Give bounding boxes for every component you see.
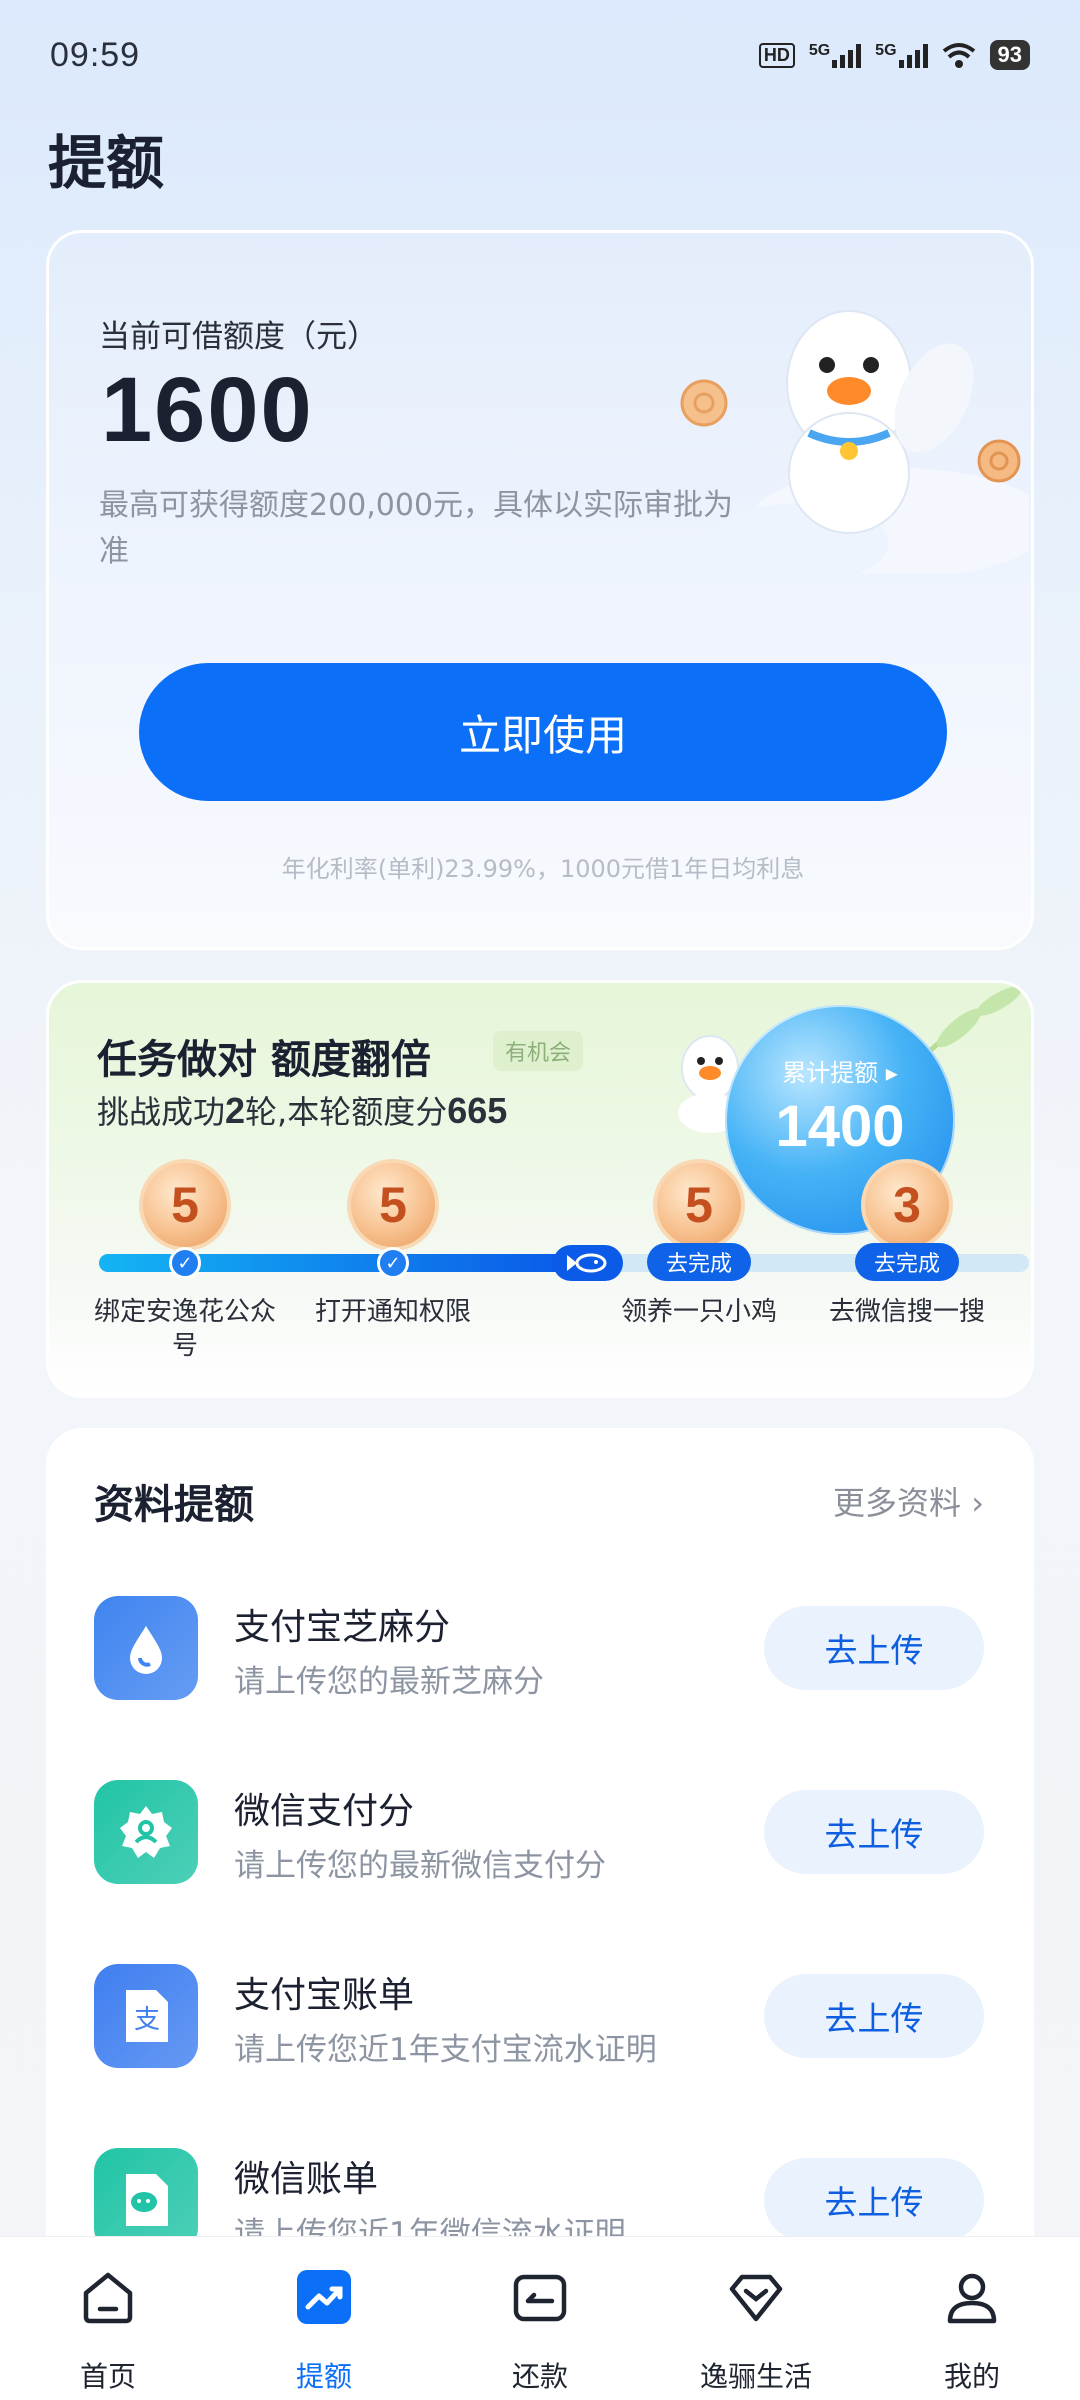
completed-check-icon: ✓ <box>169 1247 201 1279</box>
material-subtitle: 请上传您近1年支付宝流水证明 <box>234 2032 657 2068</box>
signal-1-icon: 5G <box>808 42 862 68</box>
nav-label: 还款 <box>511 2360 568 2393</box>
quota-description: 最高可获得额度200,000元，具体以实际审批为准 <box>99 488 734 569</box>
go-complete-button[interactable]: 去完成 <box>855 1243 959 1281</box>
task-step-label[interactable]: 打开通知权限 <box>293 1295 493 1329</box>
task-step-points-coin: 5 <box>653 1159 745 1251</box>
task-rounds: 2 <box>225 1090 246 1131</box>
cumulative-value: 1400 <box>775 1094 905 1159</box>
svg-text:支: 支 <box>134 2005 160 2035</box>
nav-item-1[interactable]: 提额 <box>216 2237 432 2400</box>
task-step-label[interactable]: 领养一只小鸡 <box>599 1295 799 1329</box>
interest-rate-note: 年化利率(单利)23.99%，1000元借1年日均利息 <box>281 855 805 883</box>
task-step-points-coin: 3 <box>861 1159 953 1251</box>
bottom-nav: 首页 提额 还款 逸骊生活 我的 <box>0 2236 1080 2400</box>
nav-label: 我的 <box>943 2360 1000 2393</box>
hd-icon: HD <box>758 42 795 68</box>
nav-label: 逸骊生活 <box>699 2360 812 2393</box>
task-step-label[interactable]: 绑定安逸花公众号 <box>85 1295 285 1363</box>
upload-button[interactable]: 去上传 <box>764 1606 984 1690</box>
material-title: 支付宝芝麻分 <box>234 1607 451 1648</box>
network-1-label: 5G <box>808 42 831 59</box>
material-item: 支付宝芝麻分请上传您的最新芝麻分 去上传 <box>46 1558 1034 1718</box>
task-subtitle: 挑战成功2轮,本轮额度分665 <box>97 1087 507 1133</box>
signal-2-icon: 5G <box>875 42 928 68</box>
materials-title: 资料提额 <box>94 1482 254 1528</box>
nav-item-4[interactable]: 我的 <box>864 2237 1080 2400</box>
nav-label: 首页 <box>79 2360 136 2393</box>
task-step-label[interactable]: 去微信搜一搜 <box>807 1295 1007 1329</box>
completed-check-icon: ✓ <box>377 1247 409 1279</box>
material-subtitle: 请上传您的最新微信支付分 <box>234 1848 606 1884</box>
chance-badge: 有机会 <box>493 1031 584 1071</box>
nav-item-2[interactable]: 还款 <box>432 2237 648 2400</box>
task-title: 任务做对 额度翻倍 <box>97 1037 431 1083</box>
nav-label: 提额 <box>295 2360 352 2393</box>
more-materials-link[interactable]: 更多资料 › <box>833 1478 984 1524</box>
network-2-label: 5G <box>875 42 897 59</box>
page-title: 提额 <box>48 129 165 197</box>
repay-icon <box>510 2267 570 2327</box>
alipay-bill-icon: 支 <box>94 1964 198 2068</box>
use-now-button[interactable]: 立即使用 <box>139 663 947 801</box>
quota-card: 当前可借额度（元） 1600 最高可获得额度200,000元，具体以实际审批为准… <box>46 230 1049 950</box>
upload-button[interactable]: 去上传 <box>764 1974 984 2058</box>
material-title: 支付宝账单 <box>234 1975 415 2016</box>
material-item: 支 支付宝账单请上传您近1年支付宝流水证明 去上传 <box>46 1926 1034 2086</box>
diamond-icon <box>726 2267 786 2327</box>
status-icons: HD 5G 5G 93 <box>758 40 1030 70</box>
battery-indicator: 93 <box>989 40 1030 70</box>
quota-amount: 1600 <box>101 359 314 461</box>
status-bar: 09:59 HD 5G 5G 93 <box>0 0 1080 110</box>
go-complete-button[interactable]: 去完成 <box>647 1243 751 1281</box>
status-time: 09:59 <box>50 35 141 74</box>
cumulative-label: 累计提额 ▸ <box>782 1059 898 1087</box>
quota-label: 当前可借额度（元） <box>99 319 378 355</box>
task-score: 665 <box>447 1090 508 1131</box>
home-icon <box>78 2267 138 2327</box>
material-item: 微信支付分请上传您的最新微信支付分 去上传 <box>46 1742 1034 1902</box>
upload-button[interactable]: 去上传 <box>764 1790 984 1874</box>
trend-up-icon <box>294 2267 354 2327</box>
task-step-points-coin: 5 <box>347 1159 439 1251</box>
material-title: 微信账单 <box>234 2159 379 2200</box>
sesame-icon <box>94 1596 198 1700</box>
wifi-icon <box>942 43 975 68</box>
task-subtitle-prefix: 挑战成功 <box>97 1093 226 1131</box>
wechat-pay-score-icon <box>94 1780 198 1884</box>
upload-button[interactable]: 去上传 <box>764 2158 984 2242</box>
user-icon <box>942 2267 1002 2327</box>
nav-item-0[interactable]: 首页 <box>0 2237 216 2400</box>
fish-icon <box>553 1245 623 1281</box>
nav-item-3[interactable]: 逸骊生活 <box>648 2237 864 2400</box>
task-step-points-coin: 5 <box>139 1159 231 1251</box>
task-subtitle-mid: 轮,本轮额度分 <box>245 1093 448 1131</box>
task-card[interactable]: 任务做对 额度翻倍 有机会 挑战成功2轮,本轮额度分665 累计提额 ▸ 140… <box>46 980 1034 1398</box>
duck-mascot-illustration <box>649 273 1049 583</box>
material-title: 微信支付分 <box>234 1791 415 1832</box>
material-subtitle: 请上传您的最新芝麻分 <box>234 1664 544 1700</box>
